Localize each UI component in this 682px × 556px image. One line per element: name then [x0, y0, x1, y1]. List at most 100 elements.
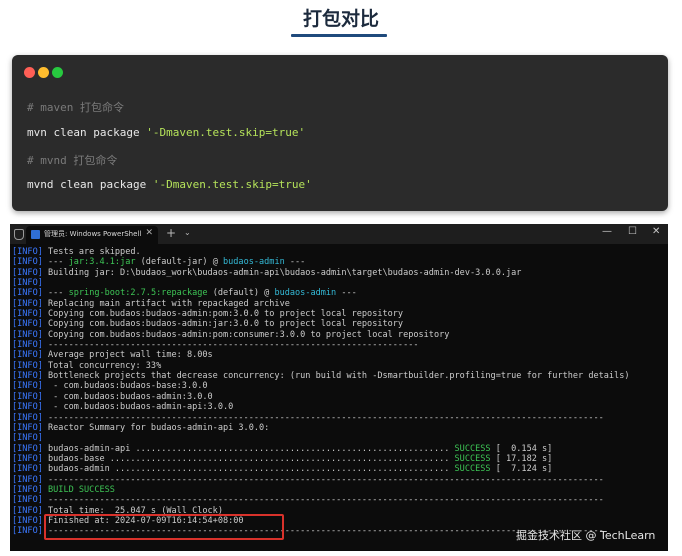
log-text: - com.budaos:budaos-admin-api:3.0.0 — [42, 402, 234, 413]
log-line: [INFO] - com.budaos:budaos-admin:3.0.0 — [12, 392, 664, 402]
log-level: [INFO] — [12, 288, 43, 299]
log-line: [INFO] Average project wall time: 8.00s — [12, 350, 664, 360]
code-cmd: mvn clean package — [27, 126, 147, 139]
terminal-output: [INFO] Tests are skipped. [INFO] --- jar:… — [12, 247, 664, 537]
log-text: ----------------------------------------… — [42, 474, 604, 485]
log-text: Replacing main artifact with repackaged … — [42, 298, 290, 309]
powershell-icon — [31, 230, 40, 239]
log-level: [INFO] — [12, 484, 43, 495]
log-line: [INFO] --- jar:3.4.1:jar (default-jar) @… — [12, 257, 664, 267]
maximize-button[interactable]: ☐ — [628, 226, 637, 237]
code-block: # maven 打包命令 mvn clean package '-Dmaven.… — [12, 55, 668, 211]
tab-label: 管理员: Windows PowerShell — [44, 230, 142, 238]
log-segment: SUCCESS — [454, 453, 491, 464]
code-arg: '-Dmaven.test.skip=true' — [152, 178, 312, 191]
log-text: - com.budaos:budaos-admin:3.0.0 — [42, 391, 213, 402]
code-comment-mvnd: # mvnd 打包命令 — [27, 154, 118, 167]
chevron-down-icon[interactable]: ⌄ — [184, 228, 191, 237]
log-text: Building jar: D:\budaos_work\budaos-admi… — [42, 267, 522, 278]
log-line: [INFO] ---------------------------------… — [12, 475, 664, 485]
log-level: [INFO] — [12, 391, 43, 402]
log-level: [INFO] — [12, 298, 43, 309]
log-level: [INFO] — [12, 247, 43, 257]
log-line: [INFO] --- spring-boot:2.7.5:repackage (… — [12, 288, 664, 298]
log-line: [INFO] ---------------------------------… — [12, 495, 664, 505]
minimize-button[interactable]: — — [602, 226, 612, 237]
log-level: [INFO] — [12, 464, 43, 475]
log-level: [INFO] — [12, 412, 43, 423]
tab-powershell[interactable]: 管理员: Windows PowerShell ✕ — [26, 226, 158, 244]
log-segment: [ 7.124 s] — [490, 464, 553, 475]
log-level: [INFO] — [12, 515, 43, 526]
log-text: Copying com.budaos:budaos-admin:pom:3.0.… — [42, 309, 404, 320]
log-line: [INFO] budaos-admin-api ................… — [12, 444, 664, 454]
log-level: [INFO] — [12, 526, 43, 537]
log-level: [INFO] — [12, 443, 43, 454]
log-line: [INFO] Reactor Summary for budaos-admin-… — [12, 423, 664, 433]
log-line: [INFO] — [12, 278, 664, 288]
log-line: [INFO] - com.budaos:budaos-admin-api:3.0… — [12, 402, 664, 412]
code-comment-maven: # maven 打包命令 — [27, 101, 124, 114]
log-level: [INFO] — [12, 433, 43, 444]
log-line: [INFO] Copying com.budaos:budaos-admin:j… — [12, 319, 664, 329]
log-segment: SUCCESS — [454, 464, 491, 475]
log-segment: [ 17.182 s] — [490, 453, 553, 464]
watermark: 掘金技术社区 @ TechLearn — [516, 529, 656, 542]
log-text: Bottleneck projects that decrease concur… — [42, 371, 630, 382]
code-arg: '-Dmaven.test.skip=true' — [146, 126, 306, 139]
log-line: [INFO] - com.budaos:budaos-base:3.0.0 — [12, 381, 664, 391]
log-line: [INFO] Replacing main artifact with repa… — [12, 299, 664, 309]
log-level: [INFO] — [12, 453, 43, 464]
log-line: [INFO] Copying com.budaos:budaos-admin:p… — [12, 330, 664, 340]
log-level: [INFO] — [12, 340, 43, 351]
code-line-mvnd: mvnd clean package '-Dmaven.test.skip=tr… — [27, 178, 312, 191]
log-text: - com.budaos:budaos-base:3.0.0 — [42, 381, 208, 392]
log-segment: --- — [336, 288, 357, 299]
log-line: [INFO] Building jar: D:\budaos_work\buda… — [12, 268, 664, 278]
log-text: Copying com.budaos:budaos-admin:jar:3.0.… — [42, 319, 404, 330]
log-level: [INFO] — [12, 402, 43, 413]
log-line: [INFO] Tests are skipped. — [12, 247, 664, 257]
close-button[interactable]: ✕ — [652, 226, 660, 237]
log-line: [INFO] ---------------------------------… — [12, 413, 664, 423]
code-line-maven: mvn clean package '-Dmaven.test.skip=tru… — [27, 126, 305, 139]
log-level: [INFO] — [12, 278, 43, 289]
log-level: [INFO] — [12, 350, 43, 361]
log-segment: [ 0.154 s] — [490, 443, 553, 454]
minimize-dot-icon — [38, 67, 49, 78]
tab-close-icon[interactable]: ✕ — [145, 228, 153, 238]
title-underline — [291, 34, 387, 37]
terminal-tabbar: 管理员: Windows PowerShell ✕ + ⌄ — ☐ ✕ — [10, 224, 668, 244]
log-text: ----------------------------------------… — [42, 340, 419, 351]
shield-icon — [14, 229, 24, 240]
new-tab-button[interactable]: + — [166, 226, 176, 240]
terminal-window: 管理员: Windows PowerShell ✕ + ⌄ — ☐ ✕ [INF… — [10, 224, 668, 551]
log-text: Total concurrency: 33% — [42, 360, 162, 371]
log-level: [INFO] — [12, 422, 43, 433]
log-text: Copying com.budaos:budaos-admin:pom:cons… — [42, 329, 450, 340]
log-level: [INFO] — [12, 319, 43, 330]
log-text: Tests are skipped. — [42, 247, 141, 257]
log-segment: (default-jar) @ — [135, 257, 223, 268]
log-segment: BUILD SUCCESS — [42, 484, 115, 495]
log-level: [INFO] — [12, 505, 43, 516]
log-segment: budaos-admin — [223, 257, 285, 268]
log-level: [INFO] — [12, 267, 43, 278]
log-line: [INFO] BUILD SUCCESS — [12, 485, 664, 495]
log-segment: budaos-base ............................… — [42, 453, 455, 464]
log-level: [INFO] — [12, 360, 43, 371]
maximize-dot-icon — [52, 67, 63, 78]
log-segment: budaos-admin-api .......................… — [42, 443, 455, 454]
highlight-box — [44, 514, 284, 540]
log-level: [INFO] — [12, 495, 43, 506]
log-level: [INFO] — [12, 329, 43, 340]
log-level: [INFO] — [12, 257, 43, 268]
log-level: [INFO] — [12, 381, 43, 392]
page-title: 打包对比 — [302, 8, 379, 30]
log-line: [INFO] Copying com.budaos:budaos-admin:p… — [12, 309, 664, 319]
log-text: ----------------------------------------… — [42, 412, 604, 423]
log-segment: (default) @ — [207, 288, 275, 299]
log-level: [INFO] — [12, 309, 43, 320]
log-level: [INFO] — [12, 474, 43, 485]
log-segment: budaos-admin — [274, 288, 337, 299]
